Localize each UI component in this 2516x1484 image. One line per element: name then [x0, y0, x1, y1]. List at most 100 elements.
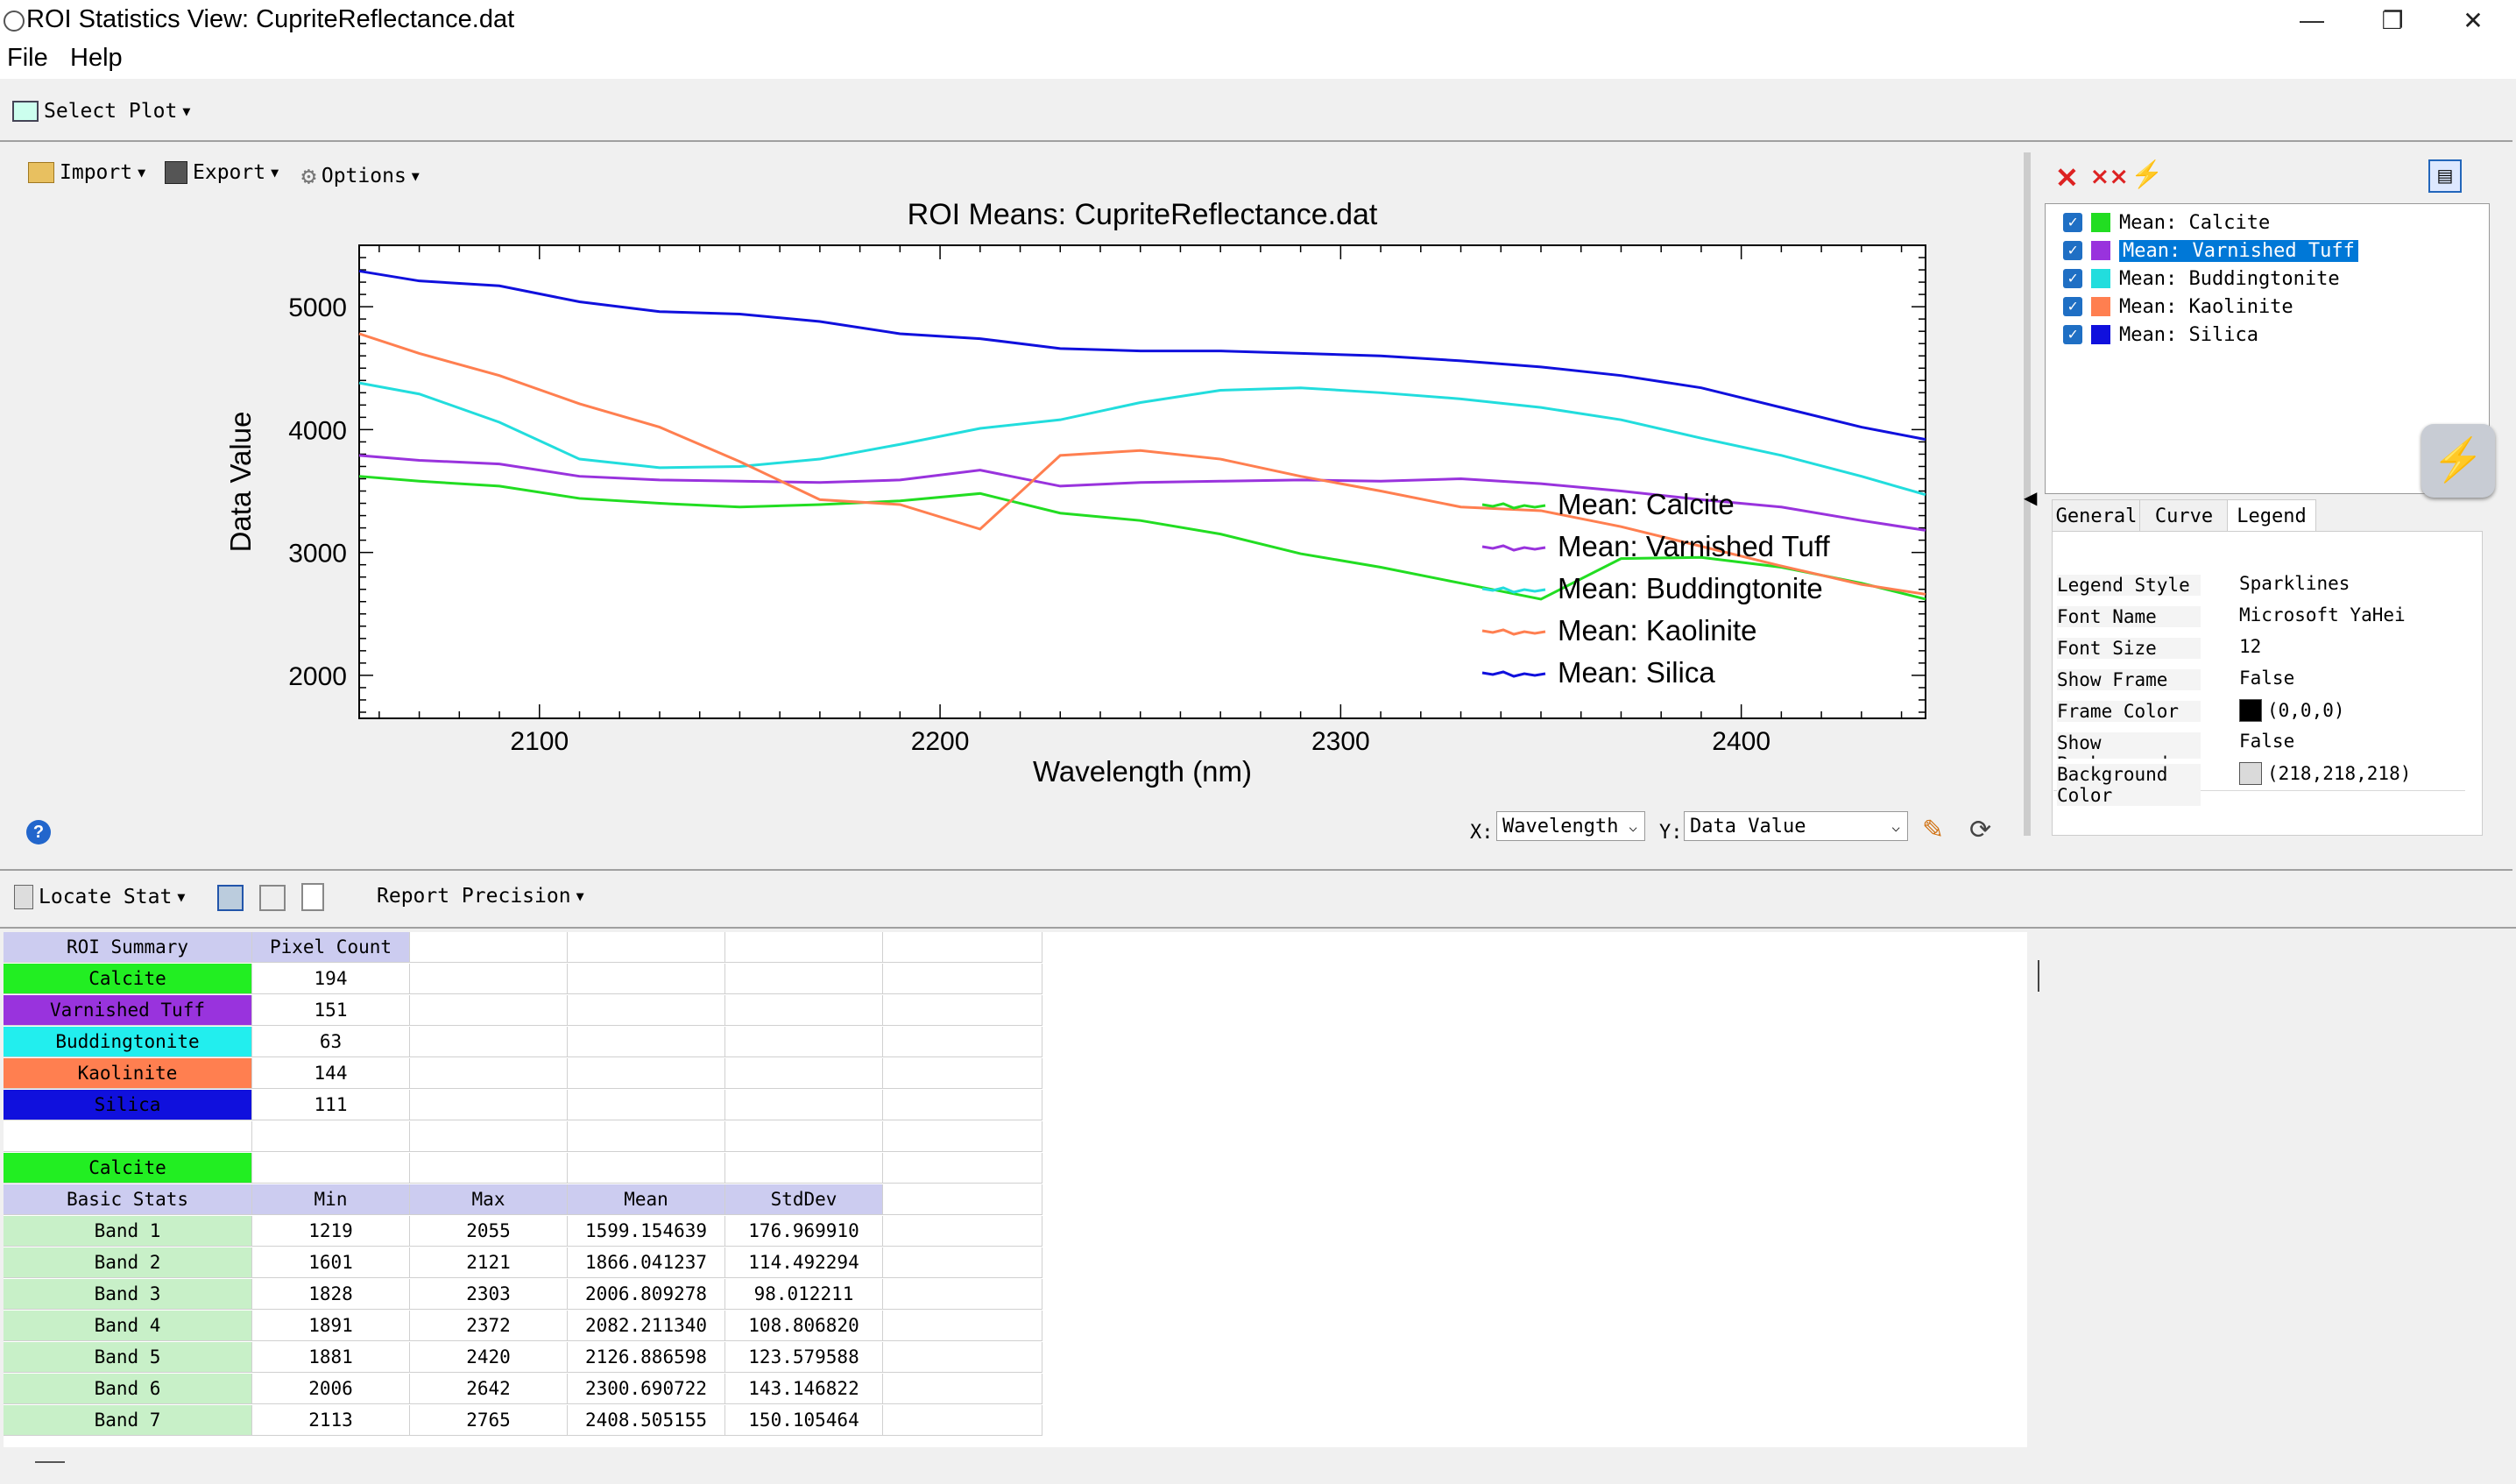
stat-value-cell[interactable]: 1881	[252, 1342, 410, 1373]
roi-name-cell[interactable]: Buddingtonite	[4, 1027, 252, 1057]
stat-value-cell[interactable]: 1891	[252, 1311, 410, 1341]
stat-value-cell[interactable]: 2372	[410, 1311, 568, 1341]
tab-curve[interactable]: Curve	[2139, 499, 2229, 533]
close-button[interactable]: ✕	[2434, 0, 2512, 40]
empty-cell[interactable]	[410, 964, 568, 994]
empty-cell[interactable]	[410, 1027, 568, 1057]
empty-cell[interactable]	[883, 1247, 1042, 1278]
empty-cell[interactable]	[410, 1153, 568, 1184]
table-view-icon[interactable]	[259, 885, 286, 911]
stat-value-cell[interactable]: 2408.505155	[568, 1405, 725, 1436]
tab-legend[interactable]: Legend	[2227, 499, 2316, 532]
empty-cell[interactable]	[883, 1090, 1042, 1120]
legend-tree-item[interactable]: ✓ Mean: Buddingtonite	[2063, 265, 2340, 292]
empty-cell[interactable]	[410, 1058, 568, 1089]
column-header[interactable]: Min	[252, 1184, 410, 1215]
roi-name-cell[interactable]: Varnished Tuff	[4, 995, 252, 1026]
band-name-cell[interactable]: Band 3	[4, 1279, 252, 1310]
y-axis-dropdown[interactable]: Data Value ⌵	[1684, 811, 1908, 841]
band-name-cell[interactable]: Band 2	[4, 1247, 252, 1278]
menu-file[interactable]: File	[7, 44, 48, 73]
collapse-arrow-icon[interactable]: ◀	[2024, 487, 2037, 509]
property-value[interactable]: Microsoft YaHei	[2239, 604, 2406, 625]
copy-icon[interactable]	[301, 883, 324, 911]
pixel-count-cell[interactable]: 144	[252, 1058, 410, 1089]
empty-cell[interactable]	[568, 932, 725, 963]
stat-value-cell[interactable]: 2113	[252, 1405, 410, 1436]
property-row[interactable]: Background Color (218,218,218)	[2053, 759, 2465, 806]
checkbox-icon[interactable]: ✓	[2063, 241, 2082, 260]
stat-value-cell[interactable]: 2082.211340	[568, 1311, 725, 1341]
empty-cell[interactable]	[4, 1121, 252, 1152]
property-value[interactable]: (218,218,218)	[2239, 762, 2411, 785]
stat-value-cell[interactable]: 176.969910	[725, 1216, 883, 1247]
roi-name-cell[interactable]: Silica	[4, 1090, 252, 1120]
column-header[interactable]: Pixel Count	[252, 932, 410, 963]
grid-view-icon[interactable]	[217, 885, 244, 911]
checkbox-icon[interactable]: ✓	[2063, 325, 2082, 344]
options-button[interactable]: ⚙ Options ▼	[301, 161, 420, 190]
edit-plot-icon[interactable]: ✎	[1922, 815, 1944, 845]
property-row[interactable]: Frame Color (0,0,0)	[2053, 696, 2465, 728]
delete-all-icon[interactable]: ⨯⨯	[2090, 163, 2129, 190]
empty-cell[interactable]	[725, 1121, 883, 1152]
refresh-icon[interactable]: ⟳	[1969, 815, 1991, 845]
empty-cell[interactable]	[568, 1027, 725, 1057]
empty-cell[interactable]	[725, 1153, 883, 1184]
property-value[interactable]: False	[2239, 731, 2294, 752]
band-name-cell[interactable]: Band 6	[4, 1374, 252, 1404]
stat-value-cell[interactable]: 2126.886598	[568, 1342, 725, 1373]
pixel-count-cell[interactable]: 63	[252, 1027, 410, 1057]
color-swatch[interactable]	[2239, 762, 2262, 785]
legend-tree-item[interactable]: ✓ Mean: Calcite	[2063, 209, 2270, 236]
empty-cell[interactable]	[883, 1216, 1042, 1247]
empty-cell[interactable]	[568, 1090, 725, 1120]
empty-cell[interactable]	[883, 1405, 1042, 1436]
property-value[interactable]: Sparklines	[2239, 573, 2350, 594]
empty-cell[interactable]	[568, 1058, 725, 1089]
select-plot-button[interactable]: Select Plot ▼	[12, 98, 190, 124]
menu-help[interactable]: Help	[70, 44, 123, 73]
band-name-cell[interactable]: Band 7	[4, 1405, 252, 1436]
floating-widget-icon[interactable]: ⚡	[2421, 424, 2495, 498]
roi-name-cell[interactable]: Calcite	[4, 1153, 252, 1184]
empty-cell[interactable]	[883, 1342, 1042, 1373]
stat-value-cell[interactable]: 123.579588	[725, 1342, 883, 1373]
empty-cell[interactable]	[883, 1153, 1042, 1184]
empty-cell[interactable]	[725, 1090, 883, 1120]
empty-cell[interactable]	[568, 1153, 725, 1184]
empty-cell[interactable]	[410, 1121, 568, 1152]
stat-value-cell[interactable]: 1601	[252, 1247, 410, 1278]
export-button[interactable]: Export ▼	[165, 161, 279, 184]
roi-means-chart[interactable]: ROI Means: CupriteReflectance.dat 2100 22…	[193, 193, 1945, 806]
empty-cell[interactable]	[252, 1153, 410, 1184]
property-row[interactable]: Show BackgroundFalse	[2053, 727, 2465, 774]
minimize-button[interactable]: —	[2272, 0, 2351, 40]
empty-cell[interactable]	[410, 995, 568, 1026]
delete-icon[interactable]: ✕	[2055, 161, 2079, 194]
empty-cell[interactable]	[883, 1311, 1042, 1341]
empty-cell[interactable]	[883, 1184, 1042, 1215]
roi-name-cell[interactable]: Calcite	[4, 964, 252, 994]
band-name-cell[interactable]: Band 4	[4, 1311, 252, 1341]
stat-value-cell[interactable]: 108.806820	[725, 1311, 883, 1341]
property-value[interactable]: False	[2239, 668, 2294, 689]
pixel-count-cell[interactable]: 194	[252, 964, 410, 994]
empty-cell[interactable]	[725, 1027, 883, 1057]
property-row[interactable]: Font Size 12	[2053, 632, 2465, 665]
legend-tree-item[interactable]: ✓ Mean: Varnished Tuff	[2063, 237, 2358, 264]
stat-value-cell[interactable]: 1599.154639	[568, 1216, 725, 1247]
empty-cell[interactable]	[725, 995, 883, 1026]
empty-cell[interactable]	[725, 964, 883, 994]
empty-cell[interactable]	[252, 1121, 410, 1152]
stat-value-cell[interactable]: 150.105464	[725, 1405, 883, 1436]
stat-value-cell[interactable]: 2420	[410, 1342, 568, 1373]
empty-cell[interactable]	[410, 932, 568, 963]
checkbox-icon[interactable]: ✓	[2063, 269, 2082, 288]
empty-cell[interactable]	[725, 932, 883, 963]
stat-value-cell[interactable]: 2642	[410, 1374, 568, 1404]
stat-value-cell[interactable]: 1866.041237	[568, 1247, 725, 1278]
band-name-cell[interactable]: Band 5	[4, 1342, 252, 1373]
legend-tree-item[interactable]: ✓ Mean: Kaolinite	[2063, 293, 2293, 320]
empty-cell[interactable]	[883, 1374, 1042, 1404]
